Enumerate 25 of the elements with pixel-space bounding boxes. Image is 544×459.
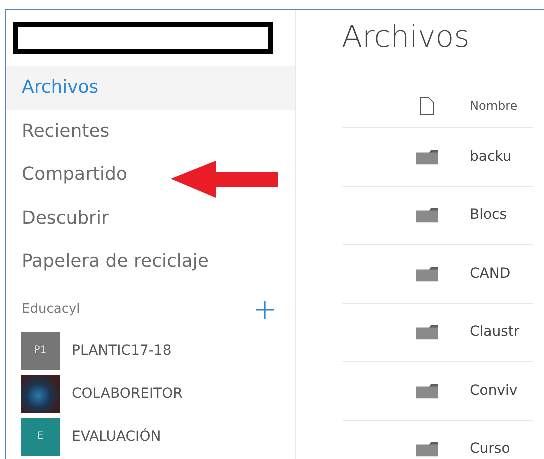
nav-item[interactable]: Recientes	[6, 110, 295, 153]
section-title: Educacyl	[22, 302, 80, 317]
group-name[interactable]: EVALUACIÓN	[72, 428, 162, 444]
group-name[interactable]: COLABOREITOR	[72, 386, 183, 402]
folder-icon	[416, 206, 438, 224]
folder-icon	[416, 440, 438, 458]
file-name[interactable]: Conviv	[470, 382, 518, 399]
file-name[interactable]: Curso	[470, 441, 510, 458]
file-name[interactable]: Blocs	[470, 207, 508, 224]
folder-icon	[416, 264, 438, 283]
file-name[interactable]: backu	[470, 148, 512, 165]
file-name[interactable]: CAND	[470, 266, 511, 282]
file-icon	[420, 97, 434, 115]
folder-icon	[416, 323, 438, 342]
file-name[interactable]: Claustr	[470, 324, 520, 340]
column-header[interactable]: Nombre	[470, 99, 518, 113]
plus-icon[interactable]	[255, 300, 275, 320]
folder-icon	[416, 382, 438, 400]
photo-placeholder[interactable]	[21, 374, 60, 412]
nav-item[interactable]: Compartido	[6, 153, 295, 196]
folder-icon	[416, 148, 438, 166]
nav-item[interactable]: Descubrir	[6, 196, 295, 240]
page-title: Archivos	[342, 20, 471, 55]
nav-item[interactable]: Papelera de reciclaje	[6, 240, 295, 284]
group-name[interactable]: PLANTIC17-18	[72, 342, 172, 358]
